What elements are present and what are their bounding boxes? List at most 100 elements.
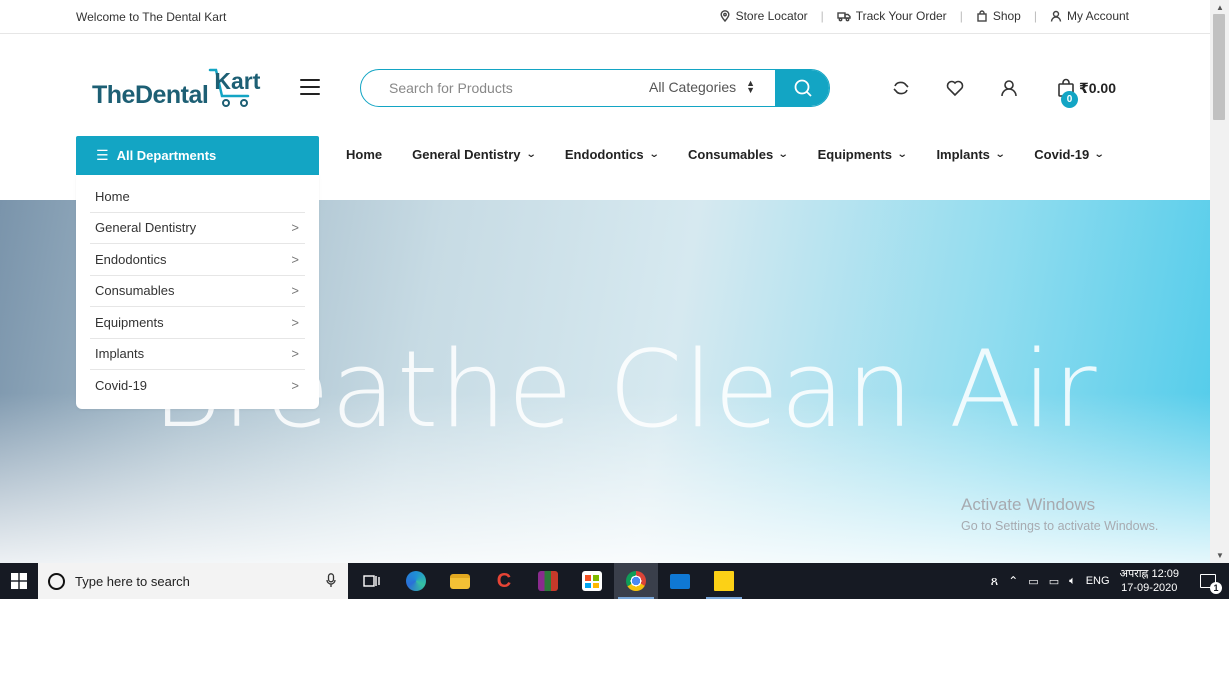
logo-cart-icon: Kart: [208, 64, 260, 110]
taskbar-search[interactable]: Type here to search: [38, 563, 348, 599]
shop-link[interactable]: Shop: [976, 9, 1021, 23]
user-icon: [1001, 80, 1017, 97]
divider: |: [1033, 9, 1037, 23]
clock-date: 17-09-2020: [1121, 582, 1178, 594]
chevron-down-icon: ⌄: [525, 149, 537, 160]
track-order-link[interactable]: Track Your Order: [837, 9, 947, 23]
dept-item-label: Covid-19: [95, 378, 148, 394]
store-app[interactable]: [570, 563, 614, 599]
wishlist-button[interactable]: [944, 77, 966, 99]
header-icons: [890, 77, 1052, 99]
activate-windows-watermark: Activate Windows Go to Settings to activ…: [961, 495, 1158, 533]
sticky-notes-icon: [714, 571, 734, 591]
dept-item-label: Consumables: [95, 283, 175, 299]
dept-item-implants[interactable]: Implants >: [90, 339, 305, 370]
store-locator-link[interactable]: Store Locator: [719, 9, 808, 23]
chevron-right-icon: >: [291, 283, 299, 299]
dept-item-covid-19[interactable]: Covid-19 >: [90, 370, 305, 402]
sticky-notes-app[interactable]: [702, 563, 746, 599]
dept-item-consumables[interactable]: Consumables >: [90, 276, 305, 307]
nav-item-label: Endodontics: [564, 147, 644, 162]
windows-taskbar: Type here to search C ጸ ⌃ ▭ ▭ 🔈︎ ENG अपर…: [0, 563, 1229, 599]
nav-item-label: Equipments: [817, 147, 893, 162]
network-icon[interactable]: ▭: [1028, 575, 1038, 588]
top-links: Store Locator | Track Your Order | Shop …: [719, 9, 1129, 23]
list-icon: ☰: [96, 147, 109, 163]
nav-item-home[interactable]: Home: [346, 147, 382, 162]
cortana-icon: [48, 572, 65, 590]
nav-item-implants[interactable]: Implants ⌄: [936, 147, 1006, 162]
nav-item-covid-19[interactable]: Covid-19 ⌄: [1034, 147, 1105, 162]
microphone-icon[interactable]: [326, 573, 336, 588]
logo-text-b: Kart: [214, 68, 261, 94]
chevron-up-icon[interactable]: ⌃: [1008, 574, 1018, 588]
chevron-down-icon: ⌄: [777, 149, 789, 160]
nav-item-endodontics[interactable]: Endodontics ⌄: [564, 147, 659, 162]
notification-count: 1: [1210, 582, 1222, 594]
people-icon[interactable]: ጸ: [991, 573, 999, 589]
battery-icon[interactable]: ▭: [1049, 575, 1059, 588]
search-input[interactable]: [361, 70, 621, 106]
heart-icon: [946, 80, 964, 97]
mail-app[interactable]: [658, 563, 702, 599]
dept-item-label: Equipments: [95, 314, 164, 330]
task-view-button[interactable]: [350, 563, 394, 599]
search-bar: All Categories ▲▼: [360, 69, 830, 107]
dept-item-equipments[interactable]: Equipments >: [90, 307, 305, 339]
ccleaner-app[interactable]: C: [482, 563, 526, 599]
scroll-down-arrow-icon[interactable]: ▼: [1216, 551, 1224, 560]
start-button[interactable]: [0, 563, 38, 599]
chrome-app[interactable]: [614, 563, 658, 599]
my-account-label: My Account: [1066, 9, 1129, 23]
select-arrows-icon: ▲ ▼: [746, 78, 756, 95]
nav-item-equipments[interactable]: Equipments ⌄: [817, 147, 908, 162]
all-departments-button[interactable]: ☰ All Departments: [76, 136, 319, 175]
dept-item-general-dentistry[interactable]: General Dentistry >: [90, 213, 305, 244]
menu-toggle-icon[interactable]: [300, 79, 320, 95]
edge-app[interactable]: [394, 563, 438, 599]
cart-button[interactable]: 0 ₹0.00: [1057, 78, 1116, 108]
file-explorer-app[interactable]: [438, 563, 482, 599]
language-indicator[interactable]: ENG: [1086, 575, 1110, 587]
nav-item-consumables[interactable]: Consumables ⌄: [688, 147, 789, 162]
page-scrollbar[interactable]: ▲ ▼: [1210, 0, 1229, 563]
nav-item-label: Covid-19: [1034, 147, 1090, 162]
chevron-right-icon: >: [291, 378, 299, 394]
my-account-link[interactable]: My Account: [1050, 9, 1129, 23]
dept-item-home[interactable]: Home: [90, 181, 305, 213]
scrollbar-thumb[interactable]: [1213, 14, 1225, 120]
track-order-label: Track Your Order: [855, 9, 947, 23]
search-icon: [794, 79, 812, 97]
nav-item-general-dentistry[interactable]: General Dentistry ⌄: [412, 147, 537, 162]
clock-time: अपराह्न 12:09: [1119, 568, 1179, 580]
dept-item-label: Endodontics: [95, 251, 167, 267]
scroll-up-arrow-icon[interactable]: ▲: [1216, 3, 1224, 12]
welcome-text: Welcome to The Dental Kart: [76, 10, 227, 24]
folder-icon: [450, 573, 470, 589]
dept-item-endodontics[interactable]: Endodontics >: [90, 244, 305, 276]
all-departments-label: All Departments: [116, 148, 217, 163]
chevron-right-icon: >: [291, 346, 299, 362]
user-icon: [1050, 10, 1062, 22]
account-button[interactable]: [998, 77, 1020, 99]
volume-icon[interactable]: 🔈︎: [1069, 575, 1076, 588]
departments-dropdown: Home General Dentistry > Endodontics > Con…: [76, 175, 319, 409]
chevron-right-icon: >: [291, 220, 299, 236]
site-logo[interactable]: TheDental Kart: [92, 64, 260, 110]
mail-icon: [670, 573, 690, 589]
task-view-icon: [363, 575, 380, 587]
cart-amount: ₹0.00: [1079, 79, 1116, 96]
cart-count-badge: 0: [1061, 91, 1078, 108]
taskbar-search-placeholder: Type here to search: [75, 573, 190, 589]
category-select[interactable]: All Categories ▲ ▼: [649, 78, 756, 96]
chevron-down-icon: ⌄: [1093, 149, 1105, 160]
chevron-down-icon: ⌄: [896, 149, 908, 160]
search-button[interactable]: [775, 70, 829, 106]
action-center-button[interactable]: 1: [1195, 563, 1222, 599]
clock[interactable]: अपराह्न 12:09 17-09-2020: [1120, 567, 1179, 595]
nav-item-label: Implants: [936, 147, 990, 162]
dept-item-label: Home: [95, 188, 130, 204]
winrar-app[interactable]: [526, 563, 570, 599]
chevron-down-icon: ⌄: [994, 149, 1006, 160]
compare-button[interactable]: [890, 77, 912, 99]
